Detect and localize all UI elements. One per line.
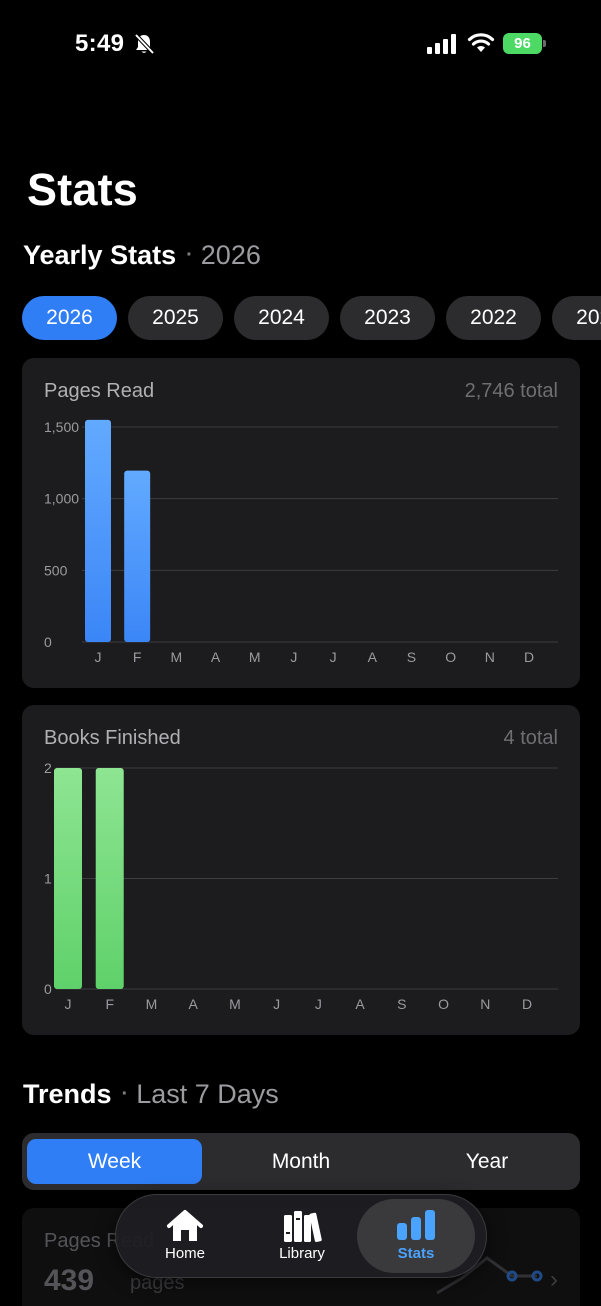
tab-stats[interactable]: Stats <box>357 1199 475 1273</box>
x-tick-label: N <box>480 996 490 1012</box>
books-icon <box>284 1211 322 1243</box>
tab-bar: Home Library Stats <box>115 1194 487 1278</box>
bar <box>124 470 151 642</box>
yearly-stats-year: 2026 <box>200 240 261 270</box>
trend-card-value: 439 <box>44 1264 95 1297</box>
x-tick-label: D <box>524 649 534 665</box>
pages-read-chart: 0 500 1,000 1,500 J F M A M J J A S O N D <box>44 419 558 665</box>
x-tick-label: J <box>330 649 337 665</box>
bell-slash-icon <box>134 33 154 55</box>
x-tick-label: J <box>65 996 72 1012</box>
x-tick-label: S <box>397 996 406 1012</box>
x-tick-label: M <box>229 996 241 1012</box>
tab-home[interactable]: Home <box>126 1199 244 1273</box>
year-pill-2021[interactable]: 2021 <box>552 296 601 340</box>
trends-title: Trends <box>23 1079 112 1109</box>
trends-heading: Trends · Last 7 Days <box>23 1079 279 1109</box>
x-tick-label: M <box>249 649 261 665</box>
books-finished-card: Books Finished 4 total 012JFMAMJJASOND <box>22 705 580 1035</box>
x-tick-label: A <box>211 649 221 665</box>
status-bar: 5:49 96 <box>0 0 601 90</box>
y-tick-label: 1 <box>44 871 52 887</box>
wifi-icon <box>467 33 495 52</box>
tab-library[interactable]: Library <box>243 1199 361 1273</box>
x-tick-label: J <box>290 649 297 665</box>
yearly-stats-title: Yearly Stats <box>23 240 177 270</box>
y-tick-label: 1,000 <box>44 491 79 507</box>
tab-home-label: Home <box>164 1245 205 1262</box>
tab-stats-label: Stats <box>397 1245 435 1262</box>
x-tick-label: A <box>189 996 199 1012</box>
year-selector: 202620252024202320222021 <box>22 296 601 341</box>
y-tick-label: 500 <box>44 562 68 578</box>
x-tick-label: M <box>146 996 158 1012</box>
house-icon <box>167 1210 203 1241</box>
x-tick-label: O <box>445 649 456 665</box>
year-pill-2023[interactable]: 2023 <box>340 296 435 340</box>
year-pill-2022[interactable]: 2022 <box>446 296 541 340</box>
segment-year[interactable]: Year <box>400 1139 574 1184</box>
bar <box>54 768 82 989</box>
x-tick-label: J <box>95 649 102 665</box>
segment-month[interactable]: Month <box>214 1139 388 1184</box>
x-tick-label: J <box>315 996 322 1012</box>
x-tick-label: A <box>368 649 378 665</box>
year-pill-2025[interactable]: 2025 <box>128 296 223 340</box>
status-time: 5:49 <box>75 30 125 57</box>
y-tick-label: 0 <box>44 634 52 650</box>
battery-level: 96 <box>503 33 542 54</box>
x-tick-label: S <box>407 649 416 665</box>
y-tick-label: 1,500 <box>44 419 79 435</box>
yearly-stats-heading: Yearly Stats · 2026 <box>23 240 261 270</box>
x-tick-label: N <box>485 649 495 665</box>
year-pill-2026[interactable]: 2026 <box>22 296 117 340</box>
x-tick-label: O <box>438 996 449 1012</box>
battery-icon: 96 <box>503 33 547 55</box>
y-tick-label: 0 <box>44 981 52 997</box>
x-tick-label: J <box>273 996 280 1012</box>
year-pill-2024[interactable]: 2024 <box>234 296 329 340</box>
books-finished-chart: 0 1 2 J F M A M J J A S O N D <box>44 760 558 1012</box>
trend-period-selector: Week Month Year <box>22 1133 580 1190</box>
y-tick-label: 2 <box>44 760 52 776</box>
cellular-signal-icon <box>427 34 456 54</box>
tab-library-label: Library <box>279 1245 325 1262</box>
page-title: Stats <box>27 164 139 215</box>
trends-range: Last 7 Days <box>136 1079 279 1109</box>
x-tick-label: F <box>105 996 114 1012</box>
chevron-right-icon: › <box>550 1266 558 1293</box>
bar <box>95 768 124 989</box>
x-tick-label: A <box>355 996 365 1012</box>
bar-chart-icon <box>397 1210 435 1240</box>
x-tick-label: M <box>171 649 183 665</box>
x-tick-label: D <box>522 996 532 1012</box>
pages-read-card: Pages Read 2,746 total 0 500 1,000 1,500 J F M… <box>22 358 580 688</box>
bar <box>85 419 111 642</box>
x-tick-label: F <box>133 649 142 665</box>
segment-week[interactable]: Week <box>27 1139 202 1184</box>
